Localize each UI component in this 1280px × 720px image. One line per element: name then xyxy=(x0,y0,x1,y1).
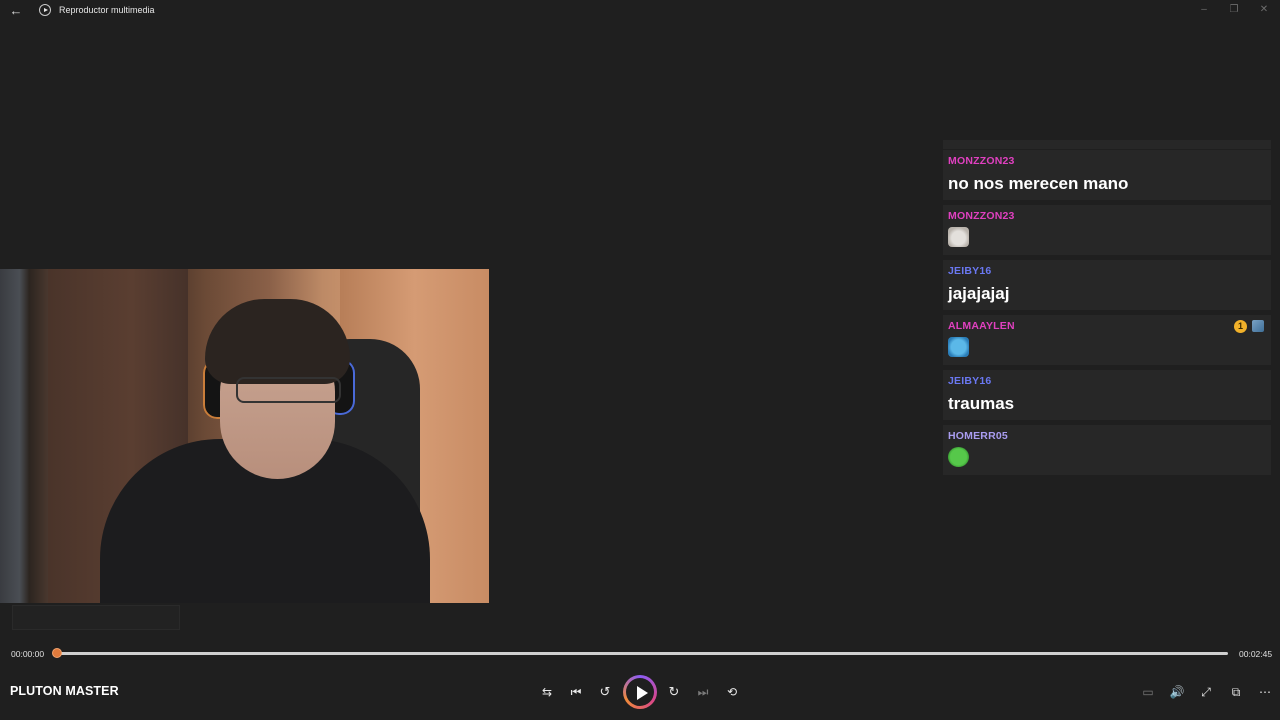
chat-username: HOMERR05 xyxy=(948,430,1008,442)
play-button[interactable] xyxy=(623,675,657,709)
seek-thumb[interactable] xyxy=(52,648,62,658)
play-button-inner xyxy=(626,678,654,706)
chat-message: MONZZON23 no nos merecen mano xyxy=(943,150,1271,200)
captions-icon[interactable]: ▭ xyxy=(1140,684,1156,700)
chat-username: JEIBY16 xyxy=(948,375,992,387)
back-arrow-icon[interactable]: ← xyxy=(9,4,23,18)
volume-icon[interactable]: 🔊 xyxy=(1169,684,1185,700)
miniplayer-icon[interactable]: ⧉ xyxy=(1228,684,1244,700)
fullscreen-icon[interactable]: ⤢ xyxy=(1198,684,1214,700)
shuffle-icon[interactable]: ⇆ xyxy=(539,684,555,700)
cat-emote-icon xyxy=(948,227,969,247)
skip-back-10-icon[interactable]: ↺ xyxy=(597,684,613,700)
media-title: PLUTON MASTER xyxy=(10,684,119,698)
video-person-glasses xyxy=(236,377,341,403)
total-time: 00:02:45 xyxy=(1239,649,1273,659)
sub-badge-icon: 1 xyxy=(1234,320,1247,333)
chat-message: ALMAAYLEN 1 xyxy=(943,315,1271,365)
previous-icon[interactable]: ⏮ xyxy=(568,684,584,700)
repeat-off-icon[interactable]: ⟲ xyxy=(724,684,740,700)
next-icon[interactable]: ⏭ xyxy=(695,684,711,700)
play-icon xyxy=(637,686,648,700)
chat-message: JEIBY16 traumas xyxy=(943,370,1271,420)
maximize-icon[interactable]: ❐ xyxy=(1226,3,1242,17)
skip-forward-30-icon[interactable]: ↻ xyxy=(666,684,682,700)
frog-emote-icon xyxy=(948,447,969,467)
chat-message: MONZZON23 xyxy=(943,205,1271,255)
chat-overlay: MONZZON23 no nos merecen mano MONZZON23 … xyxy=(943,140,1271,480)
minimize-icon[interactable]: – xyxy=(1196,3,1212,17)
chat-message-partial xyxy=(943,140,1271,149)
video-person-hair xyxy=(205,299,350,384)
chat-username: ALMAAYLEN xyxy=(948,320,1015,332)
window-title: Reproductor multimedia xyxy=(59,5,155,15)
title-bar: ← Reproductor multimedia – ❐ ✕ xyxy=(0,0,1280,22)
video-frame[interactable] xyxy=(0,269,489,603)
chat-text: traumas xyxy=(948,394,1015,413)
chat-text: no nos merecen mano xyxy=(948,174,1129,193)
seek-bar[interactable] xyxy=(57,652,1228,655)
chat-message: HOMERR05 xyxy=(943,425,1271,475)
chat-username: JEIBY16 xyxy=(948,265,992,277)
caption-area xyxy=(12,605,180,630)
gift-badge-icon xyxy=(1252,320,1264,332)
current-time: 00:00:00 xyxy=(11,649,45,659)
more-icon[interactable]: ⋯ xyxy=(1257,684,1273,700)
media-player-app-icon xyxy=(39,4,51,16)
chat-text: jajajajaj xyxy=(948,284,1010,303)
chat-message: JEIBY16 jajajajaj xyxy=(943,260,1271,310)
close-icon[interactable]: ✕ xyxy=(1256,3,1272,17)
chat-username: MONZZON23 xyxy=(948,155,1015,167)
chat-username: MONZZON23 xyxy=(948,210,1015,222)
shark-emote-icon xyxy=(948,337,969,357)
